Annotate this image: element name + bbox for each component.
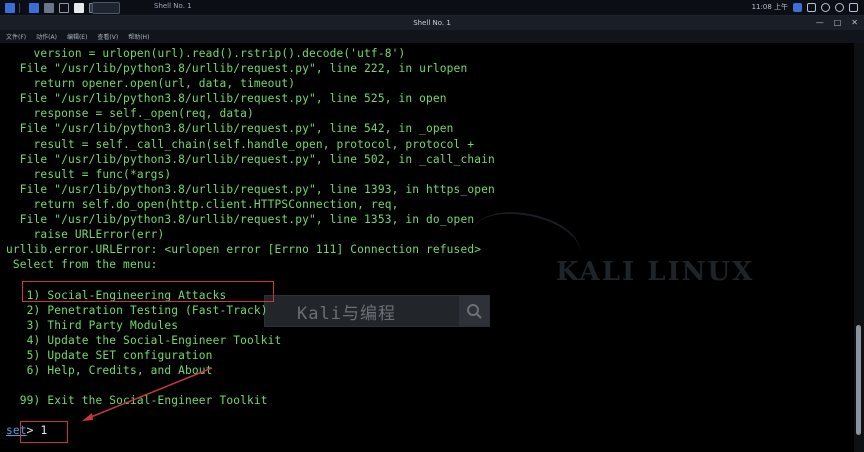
clock[interactable]: 11:08 上午 — [752, 2, 788, 12]
menu-actions[interactable]: 动作(A) — [36, 32, 57, 41]
workspace-2-icon[interactable] — [44, 2, 54, 13]
maximize-icon[interactable]: □ — [834, 18, 842, 27]
window-controls: — □ ✕ — [816, 18, 858, 27]
lock-icon[interactable] — [849, 2, 858, 12]
terminal-scrollbar[interactable] — [854, 43, 864, 452]
close-icon[interactable]: ✕ — [851, 18, 858, 27]
annotation-arrow — [82, 367, 213, 421]
workspace-3-icon[interactable] — [59, 2, 69, 13]
volume-icon[interactable] — [821, 2, 830, 12]
scrollbar-thumb[interactable] — [856, 325, 861, 435]
menu-view[interactable]: 查看(V) — [97, 32, 118, 41]
notification-icon[interactable] — [793, 2, 802, 12]
kali-menu-icon[interactable] — [5, 2, 15, 13]
active-task-title[interactable]: Shell No. 1 — [154, 2, 192, 10]
workspace-4-icon[interactable] — [74, 2, 84, 13]
menu-file[interactable]: 文件(F) — [6, 32, 26, 41]
menu-edit[interactable]: 编辑(E) — [67, 32, 87, 41]
top-taskbar: Shell No. 1 11:08 上午 — [0, 0, 864, 16]
menu-help[interactable]: 帮助(H) — [128, 32, 149, 41]
window-titlebar[interactable]: Shell No. 1 — □ ✕ — [0, 16, 864, 30]
power-icon[interactable] — [835, 2, 844, 12]
menu-bar: 文件(F) 动作(A) 编辑(E) 查看(V) 帮助(H) — [0, 30, 864, 43]
network-icon[interactable] — [807, 2, 816, 12]
terminal-task-icon[interactable] — [92, 2, 120, 14]
window-title: Shell No. 1 — [413, 19, 451, 27]
workspace-1-icon[interactable] — [29, 2, 39, 13]
system-tray: 11:08 上午 — [752, 2, 858, 12]
taskbar-separator — [19, 2, 20, 13]
minimize-icon[interactable]: — — [816, 18, 824, 27]
